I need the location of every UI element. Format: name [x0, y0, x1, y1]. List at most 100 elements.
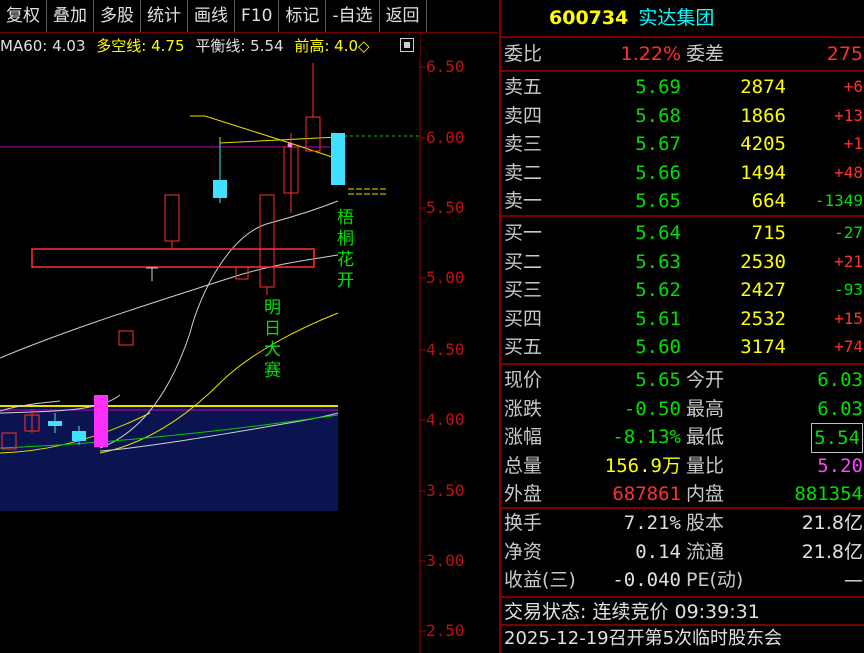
- ask-price: 5.66: [635, 161, 681, 184]
- trade-status: 交易状态: 连续竞价 09:39:31: [501, 598, 864, 626]
- trade-status-text: 交易状态: 连续竞价 09:39:31: [504, 601, 760, 623]
- ask-level[interactable]: 卖五 5.69 2874 +6: [501, 73, 864, 101]
- ask-level[interactable]: 卖二 5.66 1494 +48: [501, 159, 864, 187]
- quote-label: 现价: [504, 369, 543, 391]
- candle: [164, 194, 180, 242]
- fund-value: 0.14: [635, 540, 681, 563]
- mark-button[interactable]: 标记: [279, 0, 327, 32]
- bid-change: +74: [834, 337, 863, 356]
- multi-stock-button[interactable]: 多股: [94, 0, 141, 32]
- bid-price: 5.62: [635, 279, 681, 301]
- prev-high-value: 前高: 4.0◇: [294, 37, 370, 55]
- ask-level[interactable]: 卖一 5.65 664 -1349: [501, 187, 864, 215]
- quote-row[interactable]: 现价 5.65 今开 6.03: [501, 366, 864, 394]
- fund-label: 换手: [504, 512, 543, 534]
- stock-header: 600734 实达集团: [501, 0, 864, 38]
- quote-row[interactable]: 总量 156.9万 量比 5.20: [501, 452, 864, 480]
- candle: [94, 395, 108, 447]
- bid-level[interactable]: 买五 5.60 3174 +74: [501, 333, 864, 361]
- divider: [501, 215, 864, 217]
- quote-value: 687861: [612, 483, 681, 505]
- quote-value-2: 881354: [794, 483, 863, 505]
- ask-level[interactable]: 卖四 5.68 1866 +13: [501, 102, 864, 130]
- bid-volume: 2427: [740, 279, 786, 301]
- quote-label-2: 今开: [686, 369, 725, 391]
- fund-label: 收益(三): [504, 569, 576, 591]
- f10-button[interactable]: F10: [235, 0, 280, 32]
- ask-volume: 2874: [740, 76, 786, 98]
- panel-toggle-icon[interactable]: [400, 38, 414, 52]
- bid-label: 买五: [504, 336, 543, 358]
- fund-row[interactable]: 换手 7.21% 股本 21.8亿: [501, 509, 864, 537]
- bid-label: 买四: [504, 307, 543, 330]
- bid-label: 买二: [504, 250, 543, 273]
- y-tick: 4.50: [426, 340, 465, 359]
- ask-volume: 1866: [740, 104, 786, 127]
- bid-level[interactable]: 买二 5.63 2530 +21: [501, 248, 864, 276]
- quote-label-2: 量比: [686, 454, 725, 477]
- ask-label: 卖二: [504, 161, 543, 184]
- fund-label-2: 股本: [686, 512, 725, 534]
- ask-label: 卖四: [504, 104, 543, 127]
- ask-change: -1349: [814, 191, 863, 210]
- weibi-row: 委比 1.22% 委差 275: [501, 40, 864, 68]
- ask-change: +48: [834, 162, 863, 182]
- chart-toolbar: 复权 叠加 多股 统计 画线 F10 标记 -自选 返回: [0, 0, 498, 33]
- bid-volume: 715: [751, 222, 786, 244]
- ask-price: 5.68: [635, 104, 681, 127]
- ask-price: 5.69: [635, 76, 681, 98]
- ask-level[interactable]: 卖三 5.67 4205 +1: [501, 130, 864, 158]
- ask-volume: 4205: [740, 133, 786, 155]
- candle: [259, 194, 275, 288]
- bid-price: 5.61: [635, 307, 681, 330]
- quote-row[interactable]: 涨跌 -0.50 最高 6.03: [501, 395, 864, 423]
- bid-level[interactable]: 买一 5.64 715 -27: [501, 219, 864, 247]
- quote-label-2: 最低: [686, 426, 725, 448]
- quote-value-2: 5.20: [817, 454, 863, 477]
- quote-value-2: 5.54: [811, 423, 863, 453]
- ask-label: 卖三: [504, 133, 543, 155]
- ask-price: 5.65: [635, 190, 681, 212]
- annotation-wutong: 梧桐花开: [337, 208, 354, 291]
- quote-value: -0.50: [623, 397, 681, 420]
- quote-label-2: 内盘: [686, 483, 725, 505]
- quote-label-2: 最高: [686, 397, 725, 420]
- fund-value-2: 21.8亿: [801, 540, 863, 563]
- bid-label: 买三: [504, 279, 543, 301]
- fund-row[interactable]: 净资 0.14 流通 21.8亿: [501, 538, 864, 566]
- quote-label: 涨跌: [504, 397, 543, 420]
- candle-latest: [331, 133, 345, 185]
- weibi-value: 1.22%: [620, 43, 681, 65]
- restore-rights-button[interactable]: 复权: [0, 0, 47, 32]
- y-tick: 3.50: [426, 481, 465, 500]
- notice-bar[interactable]: 2025-12-19召开第5次临时股东会: [501, 625, 864, 653]
- quote-row[interactable]: 外盘 687861 内盘 881354: [501, 480, 864, 508]
- kline-chart[interactable]: 梧桐花开 明日大赛 MA60: 4.03 多空线: 4.75 平衡线: 5.54…: [0, 33, 498, 653]
- bid-level[interactable]: 买三 5.62 2427 -93: [501, 276, 864, 304]
- overlay-button[interactable]: 叠加: [47, 0, 94, 32]
- ask-volume: 664: [751, 190, 786, 212]
- statistics-button[interactable]: 统计: [141, 0, 188, 32]
- draw-line-button[interactable]: 画线: [188, 0, 235, 32]
- bid-volume: 2530: [740, 250, 786, 273]
- ma60-value: MA60: 4.03: [0, 37, 86, 55]
- divider: [501, 363, 864, 365]
- fund-row[interactable]: 收益(三) -0.040 PE(动) —: [501, 566, 864, 594]
- fund-label-2: PE(动): [686, 569, 744, 591]
- bid-level[interactable]: 买四 5.61 2532 +15: [501, 305, 864, 333]
- quote-value-2: 6.03: [817, 397, 863, 420]
- bid-volume: 3174: [740, 336, 786, 358]
- weicha-value: 275: [826, 43, 863, 65]
- quote-value: -8.13%: [612, 426, 681, 448]
- back-button[interactable]: 返回: [380, 0, 427, 32]
- range-box: [31, 248, 315, 268]
- kline-plot[interactable]: 梧桐花开 明日大赛: [0, 33, 498, 653]
- bid-price: 5.60: [635, 336, 681, 358]
- remove-watchlist-button[interactable]: -自选: [326, 0, 380, 32]
- shaded-zone: [0, 405, 338, 511]
- ask-label: 卖五: [504, 76, 543, 98]
- ask-change: +6: [843, 77, 863, 96]
- y-tick: 5.50: [426, 198, 465, 217]
- ask-change: +13: [834, 105, 863, 125]
- quote-row[interactable]: 涨幅 -8.13% 最低 5.54: [501, 423, 864, 453]
